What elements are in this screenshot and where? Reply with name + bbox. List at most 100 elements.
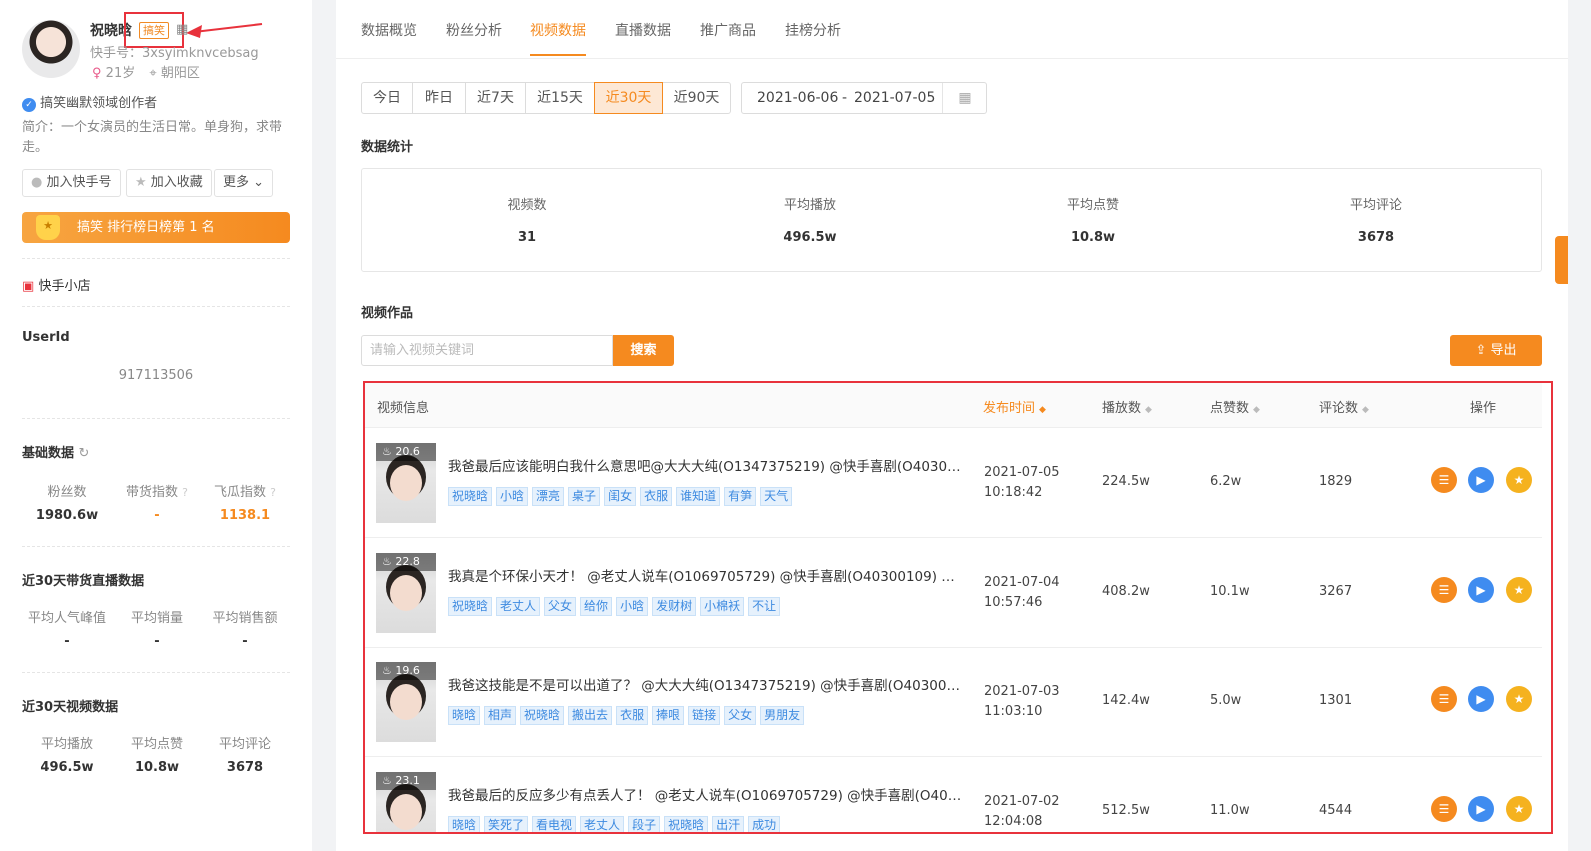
favorite-label: 加入收藏 [150, 175, 203, 190]
summary-value: 3678 [1357, 230, 1395, 245]
summary-value: 496.5w [783, 230, 837, 245]
favorite-button[interactable]: ★ 加入收藏 [126, 169, 212, 197]
tab-overview[interactable]: 数据概览 [361, 20, 417, 40]
star-icon: ★ [135, 175, 147, 190]
stat-label: 平均评论 [218, 737, 271, 752]
qrcode-icon[interactable]: ▦ [176, 22, 188, 37]
location-icon: ⌖ [149, 66, 157, 81]
annotation-frame [363, 381, 1553, 834]
stat-value: - [64, 634, 70, 649]
range-90d[interactable]: 近90天 [662, 82, 731, 114]
stat-label: 平均点赞 [130, 737, 183, 752]
video-search-input[interactable]: 请输入视频关键词 [361, 335, 613, 366]
summary-box: 视频数 平均播放 平均点赞 平均评论 31 496.5w 10.8w 3678 [361, 168, 1542, 272]
help-icon[interactable]: ? [270, 486, 276, 499]
feigua-index: 1138.1 [219, 508, 271, 523]
range-today[interactable]: 今日 [361, 82, 413, 114]
rank-text: 搞笑 排行榜日榜第 1 名 [77, 220, 215, 235]
verified-icon: ✓ [22, 98, 36, 112]
stat-label: 粉丝数 [47, 485, 87, 500]
stat-value: - [242, 634, 248, 649]
summary-title: 数据统计 [361, 140, 414, 155]
location: 朝阳区 [160, 66, 200, 81]
verified-line: ✓ 搞笑幽默领域创作者 [22, 92, 157, 112]
live30-title: 近30天带货直播数据 [22, 574, 145, 589]
tab-products[interactable]: 推广商品 [700, 20, 756, 40]
tab-live[interactable]: 直播数据 [615, 20, 671, 40]
shop-icon: ▣ [22, 279, 35, 294]
summary-label: 平均点赞 [1066, 198, 1119, 213]
video30-title: 近30天视频数据 [22, 700, 119, 715]
verified-text: 搞笑幽默领域创作者 [40, 96, 158, 111]
refresh-icon[interactable]: ↻ [79, 446, 90, 461]
kuaishou-id: 快手号：3xsyimknvcebsag [90, 42, 259, 61]
rank-banner[interactable]: ★ 搞笑 排行榜日榜第 1 名 [22, 212, 290, 243]
tab-ranking[interactable]: 挂榜分析 [785, 20, 841, 40]
userid-value: 917113506 [118, 368, 194, 383]
export-label: 导出 [1490, 343, 1517, 358]
date-start[interactable]: 2021-06-06 [757, 83, 838, 113]
fans-count: 1980.6w [35, 508, 99, 523]
summary-label: 视频数 [507, 198, 547, 213]
profile-meta: ♀ 21岁 ⌖ 朝阳区 [92, 62, 200, 81]
export-button[interactable]: ⇪ 导出 [1450, 335, 1542, 366]
basic-data-title-text: 基础数据 [22, 446, 75, 461]
profile-panel: 祝晓晗 搞笑 ▦ 快手号：3xsyimknvcebsag ♀ 21岁 ⌖ 朝阳区… [0, 0, 312, 851]
bio: 简介：一个女演员的生活日常。单身狗，求带走。 [22, 120, 283, 155]
shop-label: 快手小店 [38, 279, 91, 294]
shop-link[interactable]: ▣ 快手小店 [22, 275, 90, 294]
search-button[interactable]: 搜索 [613, 335, 674, 366]
divider [22, 546, 290, 547]
chevron-down-icon: ⌄ [253, 175, 265, 190]
date-end[interactable]: 2021-07-05 [854, 83, 935, 113]
calendar-icon[interactable]: ▦ [942, 83, 987, 113]
divider [336, 58, 1568, 59]
age: 21岁 [105, 66, 136, 81]
range-30d[interactable]: 近30天 [594, 82, 663, 114]
stat-value: 10.8w [134, 760, 180, 775]
stat-label: 带货指数 ? [112, 481, 202, 500]
stat-label: 平均销量 [130, 611, 183, 626]
summary-label: 平均评论 [1349, 198, 1402, 213]
more-button[interactable]: 更多 ⌄ [214, 169, 274, 197]
stat-label: 飞瓜指数 ? [200, 481, 290, 500]
date-sep: - [842, 90, 848, 106]
stat-label: 平均人气峰值 [27, 611, 106, 626]
trophy-icon: ★ [36, 215, 60, 240]
gender-icon: ♀ [92, 66, 102, 81]
side-float-tab[interactable] [1555, 236, 1568, 284]
sales-index: - [154, 508, 160, 523]
add-account-label: 加入快手号 [46, 175, 112, 190]
range-15d[interactable]: 近15天 [525, 82, 595, 114]
divider [22, 418, 290, 419]
divider [22, 672, 290, 673]
stat-value: - [154, 634, 160, 649]
summary-label: 平均播放 [783, 198, 836, 213]
tab-fans[interactable]: 粉丝分析 [446, 20, 502, 40]
divider [22, 306, 290, 307]
summary-value: 31 [517, 230, 537, 245]
tab-video[interactable]: 视频数据 [530, 20, 586, 40]
kuaishou-id-label: 快手号： [90, 46, 143, 61]
stat-value: 3678 [226, 760, 264, 775]
annotation-arrow [186, 23, 263, 38]
active-tab-indicator [530, 54, 586, 56]
date-range-picker[interactable]: 2021-06-06 - 2021-07-05 ▦ [741, 82, 987, 114]
range-yesterday[interactable]: 昨日 [412, 82, 466, 114]
plus-circle-icon: ● [31, 175, 43, 190]
summary-value: 10.8w [1070, 230, 1116, 245]
stat-value: 496.5w [40, 760, 94, 775]
stat-label: 平均播放 [40, 737, 93, 752]
upload-icon: ⇪ [1475, 343, 1487, 358]
userid-label: UserId [22, 330, 70, 345]
stat-label-text: 飞瓜指数 [214, 485, 267, 500]
add-account-button[interactable]: ● 加入快手号 [22, 169, 121, 197]
more-label: 更多 [223, 175, 250, 190]
avatar[interactable] [22, 20, 80, 78]
kuaishou-id-value: 3xsyimknvcebsag [142, 46, 259, 61]
basic-data-title: 基础数据 ↻ [22, 442, 89, 461]
stat-label-text: 带货指数 [126, 485, 179, 500]
help-icon[interactable]: ? [182, 486, 188, 499]
divider [22, 258, 290, 259]
range-7d[interactable]: 近7天 [465, 82, 526, 114]
